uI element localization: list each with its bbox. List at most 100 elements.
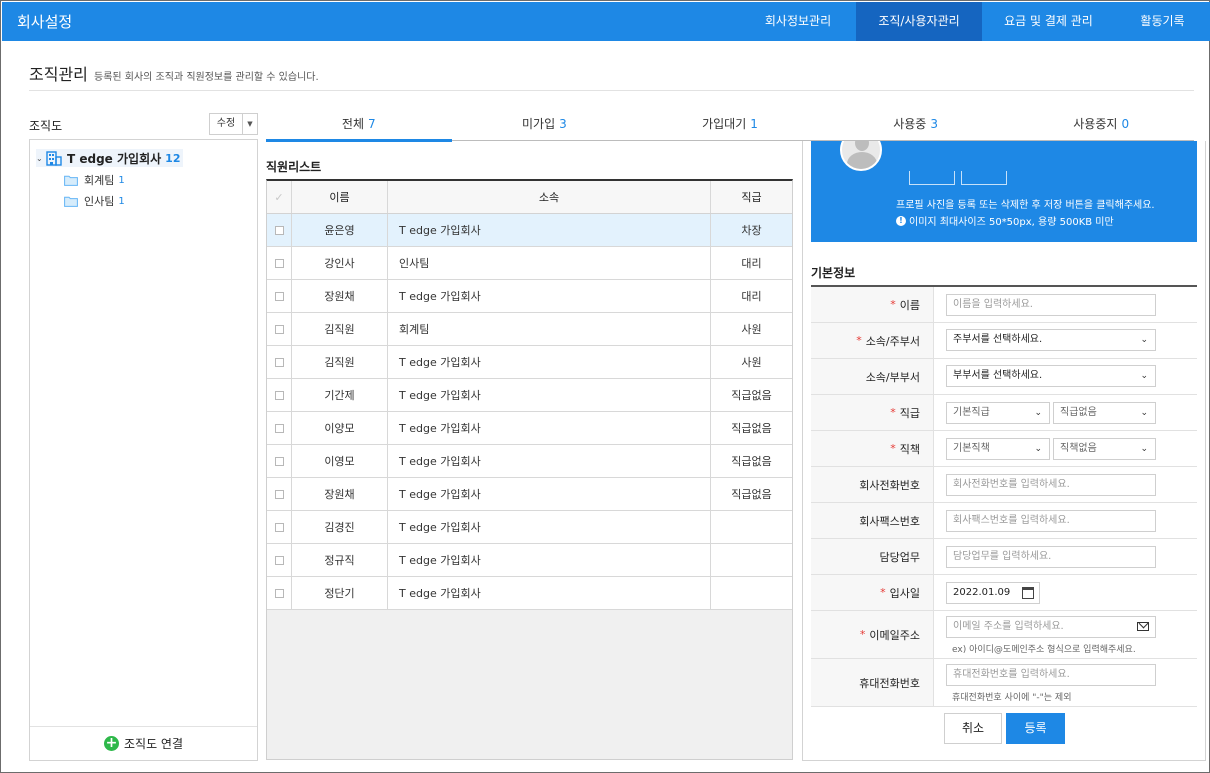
row-checkbox-cell[interactable] [267,214,292,246]
table-row[interactable]: 김경진 T edge 가입회사 [267,511,792,544]
duty-group-select[interactable]: 기본직책 ⌄ [946,438,1050,460]
photo-delete-button[interactable] [961,171,1007,185]
row-checkbox[interactable] [274,291,284,301]
row-checkbox-cell[interactable] [267,445,292,477]
row-checkbox-cell[interactable] [267,412,292,444]
table-row[interactable]: 이양모 T edge 가입회사 직급없음 [267,412,792,445]
photo-upload-button[interactable] [909,171,955,185]
row-checkbox-cell[interactable] [267,577,292,609]
main-dept-select[interactable]: 주부서를 선택하세요. ⌄ [946,329,1156,351]
row-checkbox-cell[interactable] [267,511,292,543]
cell-org: T edge 가입회사 [388,346,711,378]
row-checkbox[interactable] [274,489,284,499]
tree-item-accounting[interactable]: 회계팀 1 [64,172,125,188]
cell-org: T edge 가입회사 [388,577,711,609]
table-row[interactable]: 정단기 T edge 가입회사 [267,577,792,610]
row-checkbox[interactable] [274,390,284,400]
row-checkbox[interactable] [274,357,284,367]
row-checkbox-cell[interactable] [267,478,292,510]
required-mark: * [859,628,866,641]
cancel-button[interactable]: 취소 [944,713,1002,744]
table-row[interactable]: 김직원 회계팀 사원 [267,313,792,346]
cell-rank: 직급없음 [731,455,772,468]
photo-instruction: 프로필 사진을 등록 또는 삭제한 후 저장 버튼을 클릭해주세요. [896,200,1155,211]
form-row-duty: * 직책 기본직책 ⌄ 직책없음 ⌄ [811,431,1197,467]
row-checkbox-cell[interactable] [267,313,292,345]
avatar[interactable] [840,141,882,171]
form-row-mobile: 휴대전화번호 휴대전화번호를 입력하세요. 휴대전화번호 사이에 "-"는 제외 [811,659,1197,707]
tab-suspended[interactable]: 사용중지 0 [1008,113,1194,140]
cell-name: 강인사 [292,247,388,279]
tab-all[interactable]: 전체 7 [266,113,452,142]
row-checkbox-cell[interactable] [267,379,292,411]
row-checkbox[interactable] [274,522,284,532]
nav-activity-log[interactable]: 활동기록 [1115,2,1210,41]
table-row[interactable]: 정규직 T edge 가입회사 [267,544,792,577]
cell-rank [711,511,792,543]
table-body: 윤은영 T edge 가입회사 차장 강인사 인사팀 대리 장원채 T edge 가입회사 대리… [267,214,792,610]
mobile-input[interactable]: 휴대전화번호를 입력하세요. [946,664,1156,686]
row-checkbox-cell[interactable] [267,280,292,312]
row-checkbox[interactable] [274,555,284,565]
duty-select[interactable]: 직책없음 ⌄ [1053,438,1156,460]
table-row[interactable]: 장원채 T edge 가입회사 대리 [267,280,792,313]
tab-not-joined[interactable]: 미가입 3 [452,113,638,140]
required-mark: * [890,442,896,455]
app-title: 회사설정 [17,13,73,31]
cell-org: T edge 가입회사 [388,379,711,411]
chevron-down-icon: ⌄ [1140,444,1148,454]
form-row-email: * 이메일주소 이메일 주소를 입력하세요. ex) 아이디@도메인주소 형식으로… [811,611,1197,659]
org-edit-button[interactable]: 수정 [209,113,243,135]
calendar-icon[interactable] [1022,587,1034,599]
table-row[interactable]: 윤은영 T edge 가입회사 차장 [267,214,792,247]
tab-pending[interactable]: 가입대기 1 [637,113,823,140]
name-input[interactable]: 이름을 입력하세요. [946,294,1156,316]
nav-company-info[interactable]: 회사정보관리 [740,2,856,41]
tree-item-count: 1 [118,174,125,186]
row-checkbox[interactable] [274,423,284,433]
row-checkbox-cell[interactable] [267,544,292,576]
rank-select[interactable]: 직급없음 ⌄ [1053,402,1156,424]
tree-item-label: 회계팀 [84,174,115,187]
tab-label: 가입대기 [702,117,747,131]
employee-detail-panel: 프로필 사진을 등록 또는 삭제한 후 저장 버튼을 클릭해주세요. ! 이미지… [802,141,1206,761]
required-mark: * [880,586,886,599]
company-phone-input[interactable]: 회사전화번호를 입력하세요. [946,474,1156,496]
form-row-main-dept: * 소속/주부서 주부서를 선택하세요. ⌄ [811,323,1197,359]
task-input[interactable]: 담당업무를 입력하세요. [946,546,1156,568]
register-button[interactable]: 등록 [1006,713,1065,744]
row-checkbox-cell[interactable] [267,247,292,279]
chevron-down-icon[interactable]: ⌄ [36,154,46,163]
row-checkbox[interactable] [274,225,284,235]
nav-billing[interactable]: 요금 및 결제 관리 [982,2,1115,41]
tab-active[interactable]: 사용중 3 [823,113,1009,140]
nav-org-user[interactable]: 조직/사용자관리 [856,2,982,41]
table-row[interactable]: 강인사 인사팀 대리 [267,247,792,280]
company-fax-input[interactable]: 회사팩스번호를 입력하세요. [946,510,1156,532]
row-checkbox[interactable] [274,258,284,268]
tab-count: 7 [368,117,376,131]
table-row[interactable]: 김직원 T edge 가입회사 사원 [267,346,792,379]
row-checkbox[interactable] [274,324,284,334]
column-header-rank: 직급 [741,191,762,204]
org-connect-button[interactable]: + 조직도 연결 [30,726,257,760]
row-checkbox-cell[interactable] [267,346,292,378]
row-checkbox[interactable] [274,456,284,466]
tree-root-company[interactable]: ⌄ T edge 가입회사 12 [36,149,184,167]
sub-dept-select[interactable]: 부부서를 선택하세요. ⌄ [946,365,1156,387]
tree-item-hr[interactable]: 인사팀 1 [64,193,125,209]
tab-count: 1 [750,117,758,131]
row-checkbox[interactable] [274,588,284,598]
org-edit-dropdown[interactable]: ▼ [242,113,258,135]
table-row[interactable]: 장원채 T edge 가입회사 직급없음 [267,478,792,511]
email-input[interactable]: 이메일 주소를 입력하세요. [946,616,1156,638]
chevron-down-icon: ⌄ [1140,408,1148,418]
cell-rank [711,544,792,576]
table-row[interactable]: 기간제 T edge 가입회사 직급없음 [267,379,792,412]
cell-name: 이양모 [292,412,388,444]
join-date-input[interactable]: 2022.01.09 [946,582,1040,604]
rank-group-select[interactable]: 기본직급 ⌄ [946,402,1050,424]
table-row[interactable]: 이영모 T edge 가입회사 직급없음 [267,445,792,478]
select-all-checkbox[interactable]: ✓ [267,181,292,213]
tab-label: 사용중지 [1073,117,1118,131]
